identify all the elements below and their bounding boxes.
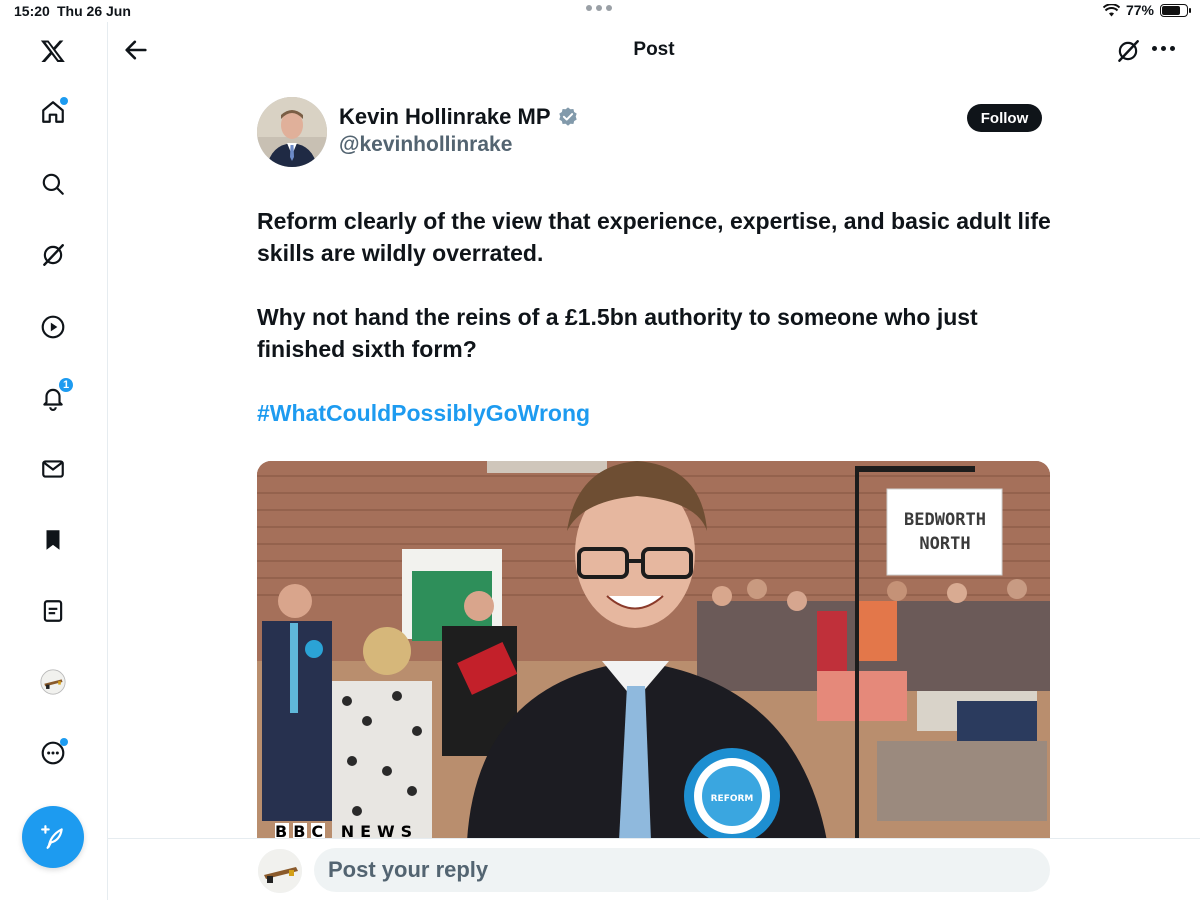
author-avatar[interactable]	[257, 97, 327, 167]
sidebar: 1	[0, 22, 108, 900]
nav-profile[interactable]	[38, 667, 68, 697]
home-notification-dot	[60, 97, 68, 105]
more-notification-dot	[60, 738, 68, 746]
x-logo-svg	[40, 40, 65, 63]
verified-badge-icon	[558, 107, 577, 126]
reply-avatar	[258, 849, 302, 893]
sign-line-2: NORTH	[919, 534, 970, 554]
back-arrow-icon[interactable]	[122, 36, 150, 64]
author-handle[interactable]: @kevinhollinrake	[339, 133, 512, 157]
rosette-text: REFORM	[711, 794, 754, 804]
author-photo	[257, 97, 327, 167]
nav-bookmarks[interactable]	[38, 525, 68, 555]
sign-line-1: BEDWORTH	[904, 510, 986, 530]
wifi-icon	[1102, 3, 1120, 16]
play-icon	[41, 315, 65, 339]
nav-home[interactable]	[38, 97, 68, 127]
nav-more[interactable]	[38, 738, 68, 768]
nav-video[interactable]	[38, 312, 68, 342]
battery-icon	[1160, 3, 1191, 17]
nav-grok[interactable]	[38, 240, 68, 270]
tweet-paragraph-1: Reform clearly of the view that experien…	[257, 208, 1051, 266]
avatar	[40, 669, 66, 695]
mail-icon	[42, 460, 64, 478]
follow-button[interactable]: Follow	[967, 104, 1042, 132]
grok-icon[interactable]	[1115, 38, 1141, 64]
author-name-row[interactable]: Kevin Hollinrake MP	[339, 104, 579, 130]
multitasking-dots-icon[interactable]	[586, 5, 612, 11]
grok-icon	[43, 244, 64, 266]
nav-explore[interactable]	[38, 169, 68, 199]
status-bar: 15:20 Thu 26 Jun 77%	[0, 0, 1200, 22]
avatar	[258, 849, 302, 893]
tweet-paragraph-2: Why not hand the reins of a £1.5bn autho…	[257, 304, 978, 362]
reply-input[interactable]	[314, 848, 1050, 892]
tweet-text: Reform clearly of the view that experien…	[257, 205, 1057, 365]
x-logo-icon[interactable]	[38, 36, 68, 66]
nav-notifications[interactable]: 1	[38, 377, 74, 413]
search-icon	[42, 173, 64, 195]
compose-button[interactable]	[22, 806, 84, 868]
media-photo: BEDWORTH NORTH REFORM BBC NEWS	[257, 461, 1050, 841]
battery-percent: 77%	[1125, 2, 1154, 18]
reply-bar	[108, 838, 1200, 900]
nav-lists[interactable]	[38, 596, 68, 626]
bookmark-icon	[46, 530, 60, 550]
page-title: Post	[633, 39, 675, 60]
notifications-badge: 1	[58, 377, 74, 393]
post-header: Post	[108, 22, 1200, 78]
status-time: 15:20	[14, 3, 50, 19]
author-name[interactable]: Kevin Hollinrake MP	[339, 104, 551, 130]
status-right: 77%	[1102, 2, 1191, 18]
compose-feather-icon	[41, 825, 63, 849]
tweet-media-image[interactable]: BEDWORTH NORTH REFORM BBC NEWS	[257, 461, 1050, 841]
hashtag-link[interactable]: #WhatCouldPossiblyGoWrong	[257, 400, 590, 427]
more-options-icon[interactable]	[1152, 46, 1175, 51]
nav-messages[interactable]	[38, 454, 68, 484]
list-icon	[43, 600, 63, 622]
status-date: Thu 26 Jun	[57, 3, 131, 19]
